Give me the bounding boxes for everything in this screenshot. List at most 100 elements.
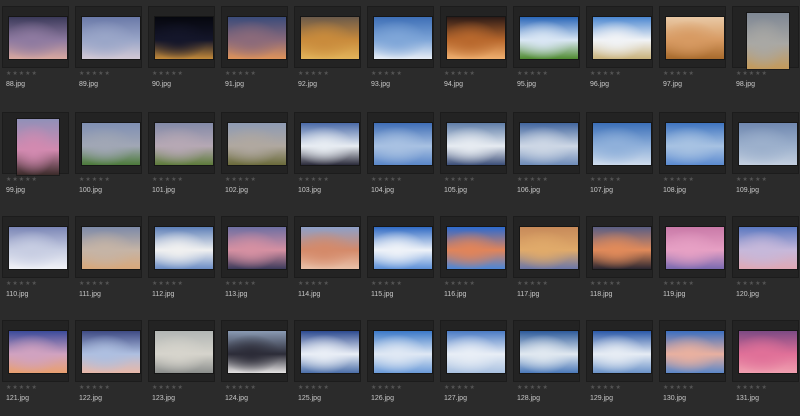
thumbnail-image[interactable] [747, 13, 789, 69]
thumbnail-item[interactable]: ★★★★★ 115.jpg [367, 212, 434, 300]
star-rating[interactable]: ★★★★★ [517, 280, 549, 287]
thumbnail-image[interactable] [301, 123, 359, 165]
thumbnail-image[interactable] [9, 227, 67, 269]
thumbnail-image[interactable] [520, 227, 578, 269]
star-rating[interactable]: ★★★★★ [79, 384, 111, 391]
thumbnail-item[interactable]: ★★★★★ 120.jpg [732, 212, 799, 300]
thumbnail-image[interactable] [155, 331, 213, 373]
star-rating[interactable]: ★★★★★ [371, 280, 403, 287]
star-rating[interactable]: ★★★★★ [736, 280, 768, 287]
star-rating[interactable]: ★★★★★ [517, 176, 549, 183]
star-rating[interactable]: ★★★★★ [371, 384, 403, 391]
star-rating[interactable]: ★★★★★ [298, 280, 330, 287]
thumbnail-item[interactable]: ★★★★★ 89.jpg [75, 2, 142, 90]
thumbnail-item[interactable]: ★★★★★ 129.jpg [586, 316, 653, 404]
star-rating[interactable]: ★★★★★ [444, 176, 476, 183]
star-rating[interactable]: ★★★★★ [79, 176, 111, 183]
star-rating[interactable]: ★★★★★ [736, 70, 768, 77]
star-rating[interactable]: ★★★★★ [663, 70, 695, 77]
star-rating[interactable]: ★★★★★ [298, 176, 330, 183]
star-rating[interactable]: ★★★★★ [298, 70, 330, 77]
thumbnail-item[interactable]: ★★★★★ 105.jpg [440, 108, 507, 196]
thumbnail-image[interactable] [155, 17, 213, 59]
star-rating[interactable]: ★★★★★ [590, 280, 622, 287]
star-rating[interactable]: ★★★★★ [590, 70, 622, 77]
thumbnail-image[interactable] [374, 17, 432, 59]
thumbnail-image[interactable] [9, 17, 67, 59]
star-rating[interactable]: ★★★★★ [444, 70, 476, 77]
thumbnail-image[interactable] [520, 331, 578, 373]
thumbnail-image[interactable] [666, 17, 724, 59]
thumbnail-item[interactable]: ★★★★★ 113.jpg [221, 212, 288, 300]
star-rating[interactable]: ★★★★★ [79, 70, 111, 77]
thumbnail-item[interactable]: ★★★★★ 94.jpg [440, 2, 507, 90]
thumbnail-item[interactable]: ★★★★★ 96.jpg [586, 2, 653, 90]
thumbnail-item[interactable]: ★★★★★ 128.jpg [513, 316, 580, 404]
star-rating[interactable]: ★★★★★ [736, 176, 768, 183]
thumbnail-item[interactable]: ★★★★★ 125.jpg [294, 316, 361, 404]
thumbnail-item[interactable]: ★★★★★ 99.jpg [2, 108, 69, 196]
thumbnail-image[interactable] [82, 331, 140, 373]
thumbnail-item[interactable]: ★★★★★ 90.jpg [148, 2, 215, 90]
thumbnail-item[interactable]: ★★★★★ 100.jpg [75, 108, 142, 196]
thumbnail-image[interactable] [155, 227, 213, 269]
star-rating[interactable]: ★★★★★ [6, 384, 38, 391]
thumbnail-image[interactable] [520, 123, 578, 165]
thumbnail-image[interactable] [301, 17, 359, 59]
star-rating[interactable]: ★★★★★ [152, 280, 184, 287]
star-rating[interactable]: ★★★★★ [225, 280, 257, 287]
thumbnail-item[interactable]: ★★★★★ 107.jpg [586, 108, 653, 196]
thumbnail-image[interactable] [593, 227, 651, 269]
star-rating[interactable]: ★★★★★ [663, 384, 695, 391]
star-rating[interactable]: ★★★★★ [152, 384, 184, 391]
star-rating[interactable]: ★★★★★ [225, 176, 257, 183]
thumbnail-item[interactable]: ★★★★★ 126.jpg [367, 316, 434, 404]
star-rating[interactable]: ★★★★★ [444, 280, 476, 287]
thumbnail-image[interactable] [374, 123, 432, 165]
thumbnail-image[interactable] [301, 331, 359, 373]
thumbnail-image[interactable] [739, 227, 797, 269]
thumbnail-item[interactable]: ★★★★★ 123.jpg [148, 316, 215, 404]
star-rating[interactable]: ★★★★★ [298, 384, 330, 391]
thumbnail-image[interactable] [593, 123, 651, 165]
thumbnail-image[interactable] [447, 227, 505, 269]
star-rating[interactable]: ★★★★★ [736, 384, 768, 391]
thumbnail-image[interactable] [9, 331, 67, 373]
thumbnail-item[interactable]: ★★★★★ 106.jpg [513, 108, 580, 196]
thumbnail-item[interactable]: ★★★★★ 114.jpg [294, 212, 361, 300]
thumbnail-item[interactable]: ★★★★★ 103.jpg [294, 108, 361, 196]
thumbnail-image[interactable] [447, 123, 505, 165]
thumbnail-item[interactable]: ★★★★★ 122.jpg [75, 316, 142, 404]
thumbnail-image[interactable] [228, 17, 286, 59]
thumbnail-image[interactable] [739, 331, 797, 373]
thumbnail-item[interactable]: ★★★★★ 93.jpg [367, 2, 434, 90]
star-rating[interactable]: ★★★★★ [663, 176, 695, 183]
thumbnail-item[interactable]: ★★★★★ 88.jpg [2, 2, 69, 90]
thumbnail-image[interactable] [593, 17, 651, 59]
star-rating[interactable]: ★★★★★ [371, 70, 403, 77]
thumbnail-image[interactable] [82, 17, 140, 59]
thumbnail-image[interactable] [447, 331, 505, 373]
star-rating[interactable]: ★★★★★ [6, 280, 38, 287]
thumbnail-image[interactable] [374, 227, 432, 269]
thumbnail-item[interactable]: ★★★★★ 92.jpg [294, 2, 361, 90]
thumbnail-item[interactable]: ★★★★★ 95.jpg [513, 2, 580, 90]
thumbnail-item[interactable]: ★★★★★ 124.jpg [221, 316, 288, 404]
star-rating[interactable]: ★★★★★ [517, 70, 549, 77]
thumbnail-item[interactable]: ★★★★★ 119.jpg [659, 212, 726, 300]
thumbnail-item[interactable]: ★★★★★ 104.jpg [367, 108, 434, 196]
star-rating[interactable]: ★★★★★ [152, 70, 184, 77]
star-rating[interactable]: ★★★★★ [590, 384, 622, 391]
thumbnail-image[interactable] [374, 331, 432, 373]
thumbnail-item[interactable]: ★★★★★ 91.jpg [221, 2, 288, 90]
thumbnail-item[interactable]: ★★★★★ 111.jpg [75, 212, 142, 300]
thumbnail-image[interactable] [155, 123, 213, 165]
thumbnail-item[interactable]: ★★★★★ 108.jpg [659, 108, 726, 196]
thumbnail-item[interactable]: ★★★★★ 112.jpg [148, 212, 215, 300]
thumbnail-item[interactable]: ★★★★★ 102.jpg [221, 108, 288, 196]
thumbnail-item[interactable]: ★★★★★ 117.jpg [513, 212, 580, 300]
star-rating[interactable]: ★★★★★ [590, 176, 622, 183]
thumbnail-item[interactable]: ★★★★★ 97.jpg [659, 2, 726, 90]
star-rating[interactable]: ★★★★★ [663, 280, 695, 287]
thumbnail-image[interactable] [82, 227, 140, 269]
